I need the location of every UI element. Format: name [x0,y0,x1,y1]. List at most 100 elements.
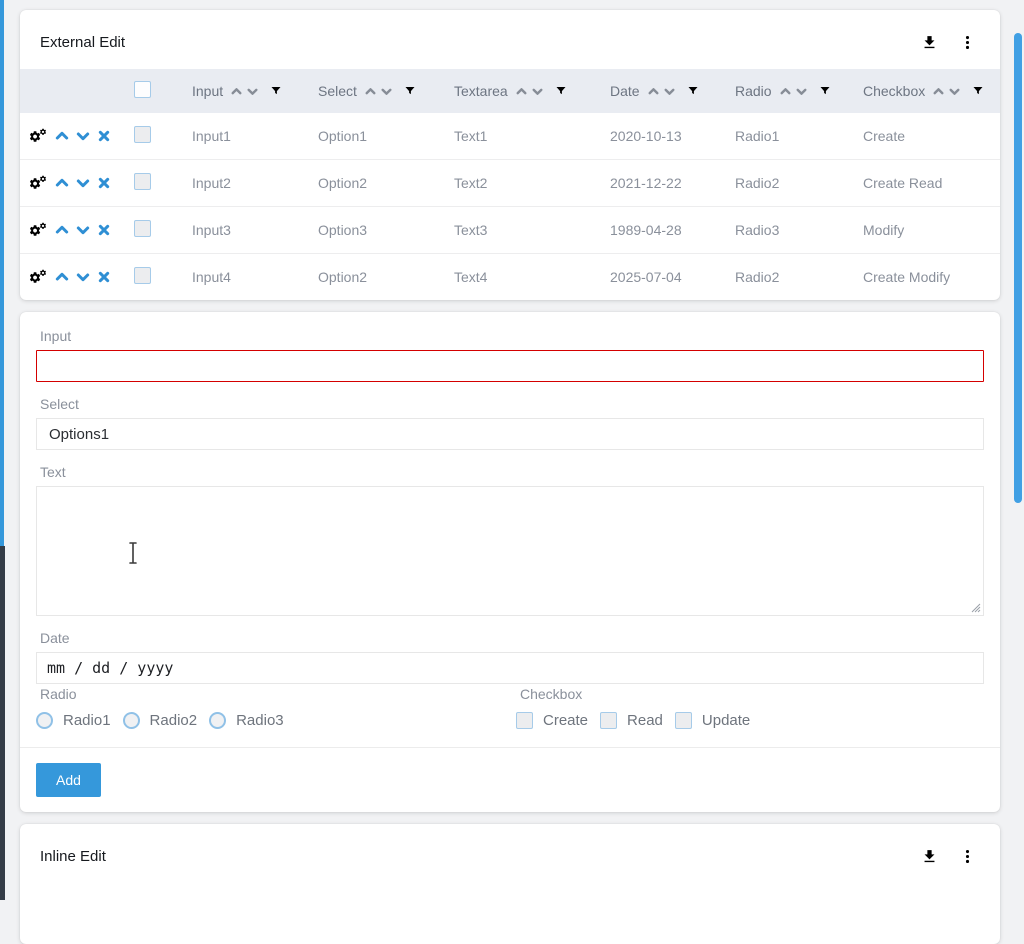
cell-checkbox: Modify [843,207,1000,254]
row-checkbox[interactable] [134,267,151,284]
download-button[interactable] [916,844,942,868]
checkbox-create[interactable] [516,712,533,729]
cell-input: Input3 [172,207,298,254]
checkbox-read[interactable] [600,712,617,729]
cell-select: Option1 [298,113,434,160]
cell-date: 1989-04-28 [590,207,715,254]
row-settings-icon[interactable] [28,222,49,238]
column-header-checkbox: Checkbox [843,69,1000,113]
resize-grip-icon[interactable] [971,603,981,613]
checkbox-group-label: Checkbox [520,686,984,702]
radio-option-3[interactable] [209,712,226,729]
data-table: Input Select [20,69,1000,300]
sort-desc-icon[interactable] [246,85,259,98]
filter-icon[interactable] [270,85,282,97]
cell-textarea: Text4 [434,254,590,301]
row-checkbox[interactable] [134,220,151,237]
card-title: External Edit [40,34,916,51]
row-delete-icon[interactable] [96,128,112,144]
row-settings-icon[interactable] [28,269,49,285]
filter-icon[interactable] [687,85,699,97]
sort-asc-icon[interactable] [779,85,792,98]
row-settings-icon[interactable] [28,175,49,191]
sort-desc-icon[interactable] [948,85,961,98]
cell-checkbox: Create [843,113,1000,160]
row-move-up-icon[interactable] [54,222,70,238]
cell-textarea: Text1 [434,113,590,160]
cell-radio: Radio1 [715,113,843,160]
select-field[interactable]: Options1 [36,418,984,450]
external-edit-header: External Edit [20,10,1000,69]
row-delete-icon[interactable] [96,222,112,238]
radio-option-1[interactable] [36,712,53,729]
sort-asc-icon[interactable] [364,85,377,98]
cell-select: Option2 [298,160,434,207]
radio-option-3-label: Radio3 [236,712,284,729]
row-delete-icon[interactable] [96,269,112,285]
date-field[interactable]: mm / dd / yyyy [36,652,984,684]
column-header-textarea: Textarea [434,69,590,113]
date-label: Date [40,630,984,646]
row-settings-icon[interactable] [28,128,49,144]
cell-date: 2025-07-04 [590,254,715,301]
menu-button[interactable] [954,844,980,868]
checkbox-read-label: Read [627,712,663,729]
input-label: Input [40,328,984,344]
cell-checkbox: Create Read [843,160,1000,207]
table-header-row: Input Select [20,69,1000,113]
filter-icon[interactable] [819,85,831,97]
sort-asc-icon[interactable] [515,85,528,98]
checkbox-update[interactable] [675,712,692,729]
table-row: Input4 Option2 Text4 2025-07-04 Radio2 C… [20,254,1000,301]
column-header-input: Input [172,69,298,113]
row-delete-icon[interactable] [96,175,112,191]
row-checkbox[interactable] [134,173,151,190]
cell-select: Option2 [298,254,434,301]
radio-group-label: Radio [40,686,516,702]
checkbox-update-label: Update [702,712,750,729]
download-button[interactable] [916,30,942,54]
text-label: Text [40,464,984,480]
row-move-down-icon[interactable] [75,269,91,285]
sort-desc-icon[interactable] [663,85,676,98]
row-move-down-icon[interactable] [75,128,91,144]
sort-asc-icon[interactable] [932,85,945,98]
inline-edit-header: Inline Edit [20,824,1000,883]
actions-header [20,69,120,113]
filter-icon[interactable] [555,85,567,97]
kebab-menu-icon [959,34,976,51]
filter-icon[interactable] [404,85,416,97]
sort-desc-icon[interactable] [380,85,393,98]
menu-button[interactable] [954,30,980,54]
sort-asc-icon[interactable] [230,85,243,98]
radio-option-2[interactable] [123,712,140,729]
cell-textarea: Text3 [434,207,590,254]
filter-icon[interactable] [972,85,984,97]
input-field[interactable] [36,350,984,382]
add-button[interactable]: Add [36,763,101,797]
row-move-up-icon[interactable] [54,128,70,144]
radio-option-1-label: Radio1 [63,712,111,729]
textarea-field[interactable] [36,486,984,616]
sort-asc-icon[interactable] [647,85,660,98]
row-checkbox[interactable] [134,126,151,143]
cell-select: Option3 [298,207,434,254]
row-move-down-icon[interactable] [75,222,91,238]
table-row: Input3 Option3 Text3 1989-04-28 Radio3 M… [20,207,1000,254]
vertical-scrollbar-thumb[interactable] [1014,33,1022,503]
table-row: Input1 Option1 Text1 2020-10-13 Radio1 C… [20,113,1000,160]
cell-radio: Radio3 [715,207,843,254]
cell-date: 2020-10-13 [590,113,715,160]
row-move-up-icon[interactable] [54,269,70,285]
sort-desc-icon[interactable] [531,85,544,98]
left-edge-blue-bar [0,0,4,546]
select-all-checkbox[interactable] [134,81,151,98]
card-title: Inline Edit [40,848,916,865]
sort-desc-icon[interactable] [795,85,808,98]
select-label: Select [40,396,984,412]
checkbox-create-label: Create [543,712,588,729]
external-edit-card: External Edit Input [20,10,1000,300]
row-move-up-icon[interactable] [54,175,70,191]
row-move-down-icon[interactable] [75,175,91,191]
cell-input: Input4 [172,254,298,301]
